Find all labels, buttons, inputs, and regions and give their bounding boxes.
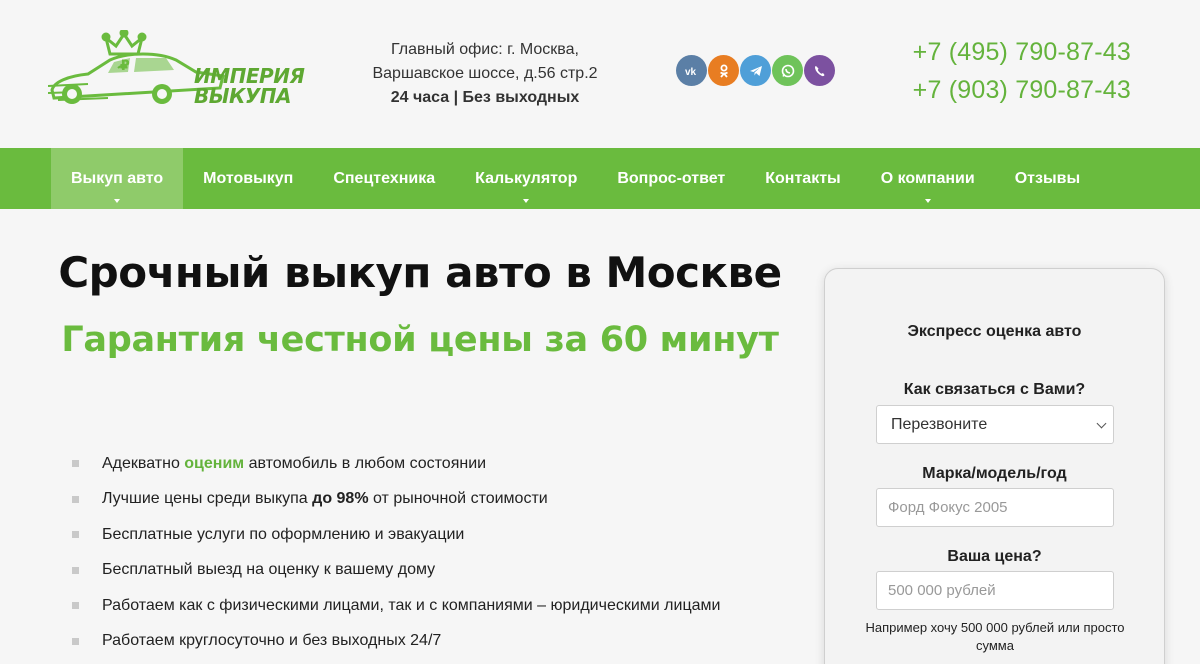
list-item: Бесплатный выезд на оценку к вашему дому — [72, 553, 720, 589]
office-info: Главный офис: г. Москва, Варшавское шосс… — [360, 38, 610, 110]
nav-item-motovykup[interactable]: Мотовыкуп — [183, 148, 313, 209]
logo-text: ИМПЕРИЯ ВЫКУПА — [194, 64, 305, 108]
vk-icon[interactable]: vk — [676, 55, 707, 86]
phone-numbers: +7 (495) 790-87-43 +7 (903) 790-87-43 — [913, 33, 1131, 109]
features-list: Адекватно оценим автомобиль в любом сост… — [72, 446, 720, 659]
list-item: Работаем как с физическими лицами, так и… — [72, 588, 720, 624]
nav-item-reviews[interactable]: Отзывы — [995, 148, 1100, 209]
bullet-icon — [72, 637, 79, 645]
nav-item-label: Отзывы — [1014, 169, 1081, 187]
list-item: Работаем круглосуточно и без выходных 24… — [72, 624, 720, 660]
bullet-icon — [72, 566, 79, 574]
price-hint: Например хочу 500 000 рублей или просто … — [865, 620, 1125, 653]
nav-item-label: Выкуп авто — [71, 169, 164, 187]
nav-item-label: Вопрос-ответ — [617, 169, 726, 187]
page-title: Срочный выкуп авто в Москве — [58, 248, 782, 297]
telegram-icon[interactable] — [740, 55, 771, 86]
feature-text: Лучшие цены среди выкупа до 98% от рыноч… — [102, 490, 548, 508]
feature-text: Бесплатные услуги по оформлению и эвакуа… — [102, 525, 465, 543]
logo[interactable]: ₽ ИМПЕРИЯ ВЫКУПА — [47, 28, 313, 112]
price-input[interactable] — [876, 571, 1114, 610]
caret-down-icon — [924, 199, 931, 203]
bullet-icon — [72, 495, 79, 503]
feature-text: Работаем как с физическими лицами, так и… — [102, 596, 721, 614]
nav-item-about[interactable]: О компании — [861, 148, 995, 209]
social-links: vk — [676, 55, 835, 86]
nav-item-spectehnika[interactable]: Спецтехника — [313, 148, 455, 209]
feature-text: Работаем круглосуточно и без выходных 24… — [102, 632, 442, 650]
nav-item-label: Мотовыкуп — [203, 169, 294, 187]
feature-text: Адекватно оценим автомобиль в любом сост… — [102, 454, 487, 472]
feature-highlight: оценим — [184, 454, 245, 472]
bullet-icon — [72, 531, 79, 539]
site-header: ₽ ИМПЕРИЯ ВЫКУПА Главный офис: г. Москва… — [0, 0, 1200, 148]
nav-item-vykup-avto[interactable]: Выкуп авто — [51, 148, 184, 209]
list-item: Бесплатные услуги по оформлению и эвакуа… — [72, 517, 720, 553]
phone-link-1[interactable]: +7 (495) 790-87-43 — [913, 33, 1131, 71]
phone-link-2[interactable]: +7 (903) 790-87-43 — [913, 71, 1131, 109]
caret-down-icon — [523, 199, 530, 203]
working-hours: 24 часа | Без выходных — [390, 89, 580, 106]
page-subtitle: Гарантия честной цены за 60 минут — [61, 320, 779, 360]
bullet-icon — [72, 460, 79, 468]
price-label: Ваша цена? — [947, 548, 1042, 565]
contact-method-value: Перезвоните — [891, 415, 988, 433]
nav-item-label: Калькулятор — [475, 169, 578, 187]
car-model-label: Марка/модель/год — [922, 465, 1067, 482]
nav-item-label: Спецтехника — [333, 169, 436, 187]
logo-text-line1: ИМПЕРИЯ — [194, 64, 305, 88]
chevron-down-icon — [1096, 418, 1107, 429]
caret-down-icon — [114, 199, 121, 203]
logo-text-line2: ВЫКУПА — [194, 84, 291, 108]
odnoklassniki-icon[interactable] — [708, 55, 739, 86]
office-address-line2: Варшавское шоссе, д.56 стр.2 — [372, 65, 598, 82]
office-address-line1: Главный офис: г. Москва, — [391, 41, 579, 58]
nav-item-faq[interactable]: Вопрос-ответ — [597, 148, 745, 209]
nav-item-label: Контакты — [765, 169, 841, 187]
express-evaluation-form: Экспресс оценка авто Как связаться с Вам… — [824, 268, 1165, 664]
nav-item-calculator[interactable]: Калькулятор — [455, 148, 597, 209]
svg-text:₽: ₽ — [120, 58, 130, 74]
nav-item-contacts[interactable]: Контакты — [745, 148, 860, 209]
feature-text: Бесплатный выезд на оценку к вашему дому — [102, 561, 436, 579]
car-model-input[interactable] — [876, 488, 1114, 527]
form-title: Экспресс оценка авто — [907, 323, 1082, 340]
whatsapp-icon[interactable] — [772, 55, 803, 86]
nav-item-label: О компании — [880, 169, 975, 187]
list-item: Адекватно оценим автомобиль в любом сост… — [72, 446, 720, 482]
viber-icon[interactable] — [804, 55, 835, 86]
bullet-icon — [72, 602, 79, 610]
feature-highlight: до 98% — [312, 490, 369, 508]
svg-text:vk: vk — [685, 67, 697, 78]
main-navigation: Выкуп авто Мотовыкуп Спецтехника Калькул… — [0, 148, 1200, 209]
contact-method-label: Как связаться с Вами? — [903, 381, 1086, 398]
contact-method-select[interactable]: Перезвоните — [876, 405, 1114, 444]
list-item: Лучшие цены среди выкупа до 98% от рыноч… — [72, 482, 720, 518]
